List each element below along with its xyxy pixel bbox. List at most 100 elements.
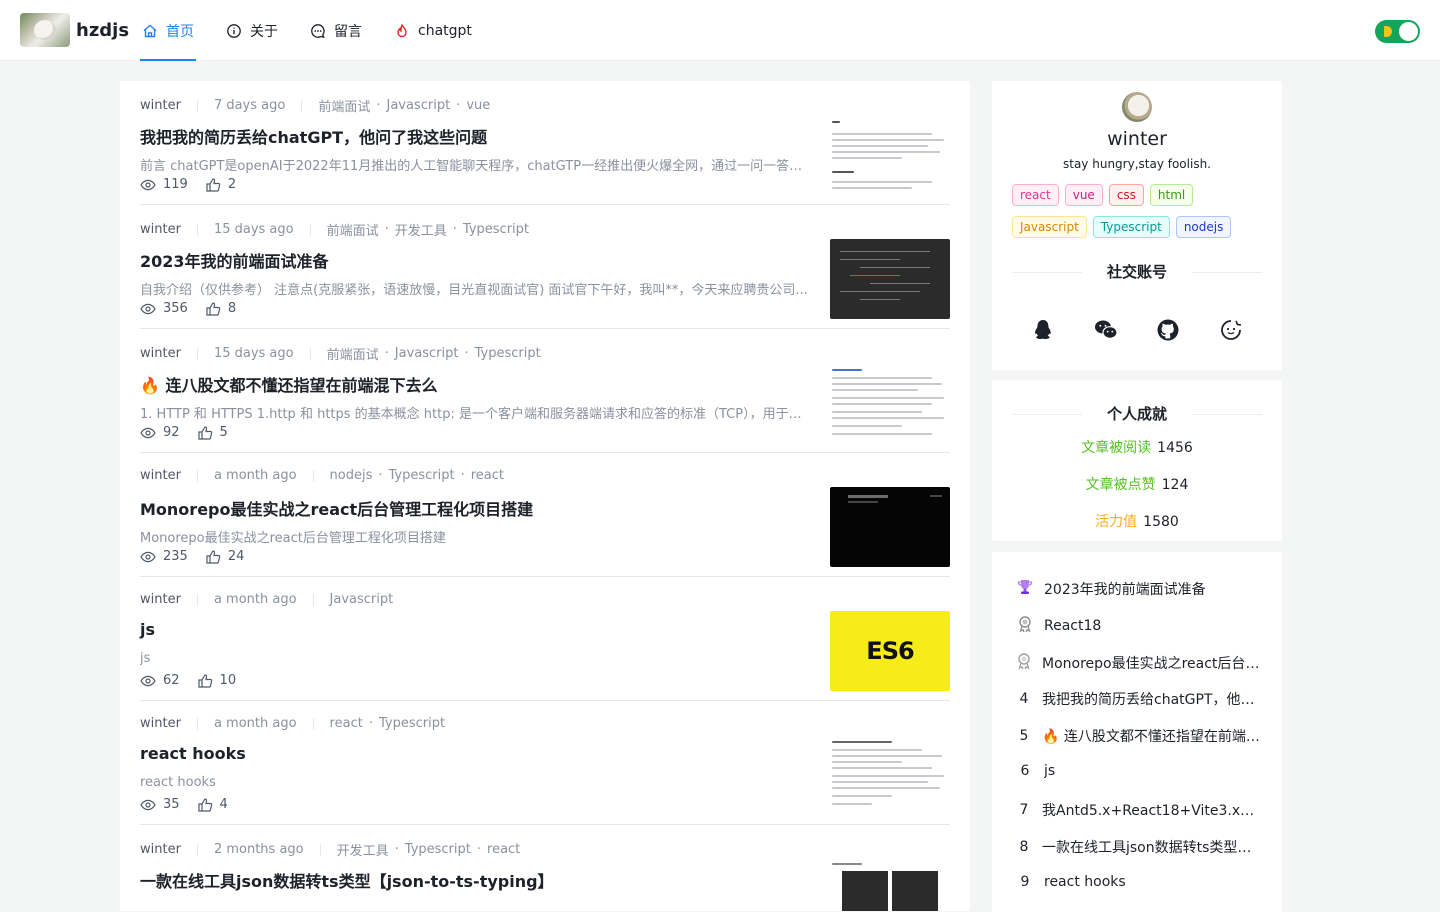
article-author[interactable]: winter — [140, 468, 181, 483]
article-item[interactable]: winter a month ago nodejs · Typescript · r… — [140, 453, 950, 577]
github-icon[interactable] — [1156, 318, 1180, 342]
article-tag[interactable]: Typescript — [389, 468, 455, 483]
main-nav: 首页 关于 留言 chatgpt — [140, 0, 502, 61]
view-count: 235 — [163, 549, 188, 564]
article-title[interactable]: react hooks — [140, 744, 246, 763]
logo-text: hzdjs — [76, 19, 130, 41]
article-thumbnail[interactable] — [830, 735, 950, 815]
article-tag[interactable]: nodejs — [330, 468, 373, 483]
article-tag[interactable]: Typescript — [463, 222, 529, 237]
ranking-item[interactable]: 6 js — [1014, 763, 1264, 779]
ranking-item[interactable]: 8 一款在线工具json数据转ts类型【json-to-ts-typing】 — [1014, 837, 1264, 857]
ranking-item[interactable]: 4 我把我的简历丢给chatGPT，他问了我这些问题 — [1014, 689, 1264, 709]
article-tag[interactable]: Typescript — [405, 842, 471, 857]
nav-item-message[interactable]: 留言 — [308, 0, 364, 61]
qq-icon[interactable] — [1031, 318, 1055, 342]
article-title[interactable]: js — [140, 620, 155, 639]
like-icon[interactable] — [197, 425, 213, 440]
article-tag[interactable]: Javascript — [330, 592, 394, 607]
article-author[interactable]: winter — [140, 98, 181, 113]
message-icon — [311, 23, 325, 38]
like-icon[interactable] — [206, 301, 221, 316]
like-icon[interactable] — [206, 549, 221, 564]
site-logo[interactable]: hzdjs — [20, 13, 129, 47]
nav-item-chatgpt[interactable]: chatgpt — [392, 0, 474, 61]
article-tag[interactable]: 前端面试 — [318, 96, 370, 115]
article-stats: 92 5 — [140, 425, 246, 440]
ranking-title: React18 — [1044, 618, 1102, 634]
skill-tag[interactable]: Javascript — [1012, 216, 1087, 238]
article-author[interactable]: winter — [140, 592, 181, 607]
skill-tag[interactable]: html — [1149, 184, 1194, 206]
juejin-icon[interactable] — [1219, 318, 1243, 342]
article-item[interactable]: winter 2 months ago 开发工具 · Typescript · re… — [140, 825, 950, 911]
view-count: 62 — [163, 673, 180, 688]
article-desc: 1. HTTP 和 HTTPS 1.http 和 https 的基本概念 htt… — [140, 407, 808, 422]
skill-tag[interactable]: css — [1108, 184, 1144, 206]
nav-item-about[interactable]: 关于 — [224, 0, 280, 61]
nav-label-message: 留言 — [334, 23, 362, 40]
article-desc: 前言 chatGPT是openAI于2022年11月推出的人工智能聊天程序，ch… — [140, 159, 808, 174]
article-item[interactable]: winter 15 days ago 前端面试 · Javascript · Typ… — [140, 329, 950, 453]
eye-icon — [140, 179, 156, 190]
avatar[interactable] — [1122, 92, 1152, 122]
article-tag[interactable]: 前端面试 — [327, 344, 379, 363]
skill-tag[interactable]: react — [1012, 184, 1059, 206]
article-tag[interactable]: react — [471, 468, 504, 483]
article-item[interactable]: winter a month ago Javascript js js 62 1… — [140, 577, 950, 701]
article-item[interactable]: winter a month ago react · Typescript rea… — [140, 701, 950, 825]
article-stats: 62 10 — [140, 673, 254, 688]
article-item[interactable]: winter 15 days ago 前端面试 · 开发工具 · Typescrip… — [140, 205, 950, 329]
sun-icon — [1384, 26, 1392, 37]
article-title[interactable]: 🔥 连八股文都不懂还指望在前端混下去么 — [140, 372, 438, 396]
ranking-item[interactable]: 5 🔥 连八股文都不懂还指望在前端混下去么 — [1014, 726, 1264, 746]
article-title[interactable]: Monorepo最佳实战之react后台管理工程化项目搭建 — [140, 496, 533, 520]
article-tag[interactable]: Javascript — [387, 98, 451, 113]
article-time: a month ago — [213, 468, 297, 483]
article-thumbnail[interactable]: ES6 — [830, 611, 950, 691]
article-author[interactable]: winter — [140, 222, 181, 237]
article-title[interactable]: 2023年我的前端面试准备 — [140, 248, 329, 272]
article-title[interactable]: 一款在线工具json数据转ts类型【json-to-ts-typing】 — [140, 868, 554, 892]
article-thumbnail[interactable] — [830, 363, 950, 443]
like-icon[interactable] — [197, 673, 213, 688]
article-tag[interactable]: vue — [466, 98, 490, 113]
nav-label-about: 关于 — [250, 23, 278, 40]
ranking-title: 2023年我的前端面试准备 — [1044, 582, 1206, 598]
article-tag[interactable]: 开发工具 — [395, 220, 447, 239]
article-item[interactable]: winter 7 days ago 前端面试 · Javascript · vue … — [140, 81, 950, 205]
article-tag[interactable]: react — [487, 842, 520, 857]
skill-tag[interactable]: vue — [1064, 184, 1103, 206]
profile-motto: stay hungry,stay foolish. — [1063, 157, 1211, 171]
nav-item-home[interactable]: 首页 — [140, 0, 196, 61]
article-author[interactable]: winter — [140, 842, 181, 857]
article-time: 15 days ago — [213, 346, 294, 361]
bronze-medal-icon — [1014, 652, 1034, 674]
ranking-item[interactable]: 9 react hooks — [1014, 874, 1264, 890]
theme-toggle[interactable] — [1375, 20, 1420, 43]
article-desc: react hooks — [140, 775, 216, 790]
article-tag[interactable]: Javascript — [395, 346, 459, 361]
wechat-icon[interactable] — [1094, 318, 1118, 342]
ranking-item[interactable]: 7 我Antd5.x+React18+Vite3.x+Ts做了一个后台管理系统 — [1014, 800, 1264, 820]
article-thumbnail[interactable] — [830, 859, 950, 911]
article-tag[interactable]: 前端面试 — [327, 220, 379, 239]
skill-tag[interactable]: nodejs — [1175, 216, 1232, 238]
like-icon[interactable] — [206, 177, 221, 192]
ranking-item[interactable]: 2023年我的前端面试准备 — [1014, 578, 1264, 600]
achievement-label: 文章被阅读 — [1081, 440, 1152, 456]
article-tag[interactable]: react — [330, 716, 363, 731]
ranking-item[interactable]: React18 — [1014, 615, 1264, 637]
article-tag[interactable]: 开发工具 — [337, 840, 389, 859]
article-tag[interactable]: Typescript — [379, 716, 445, 731]
article-thumbnail[interactable] — [830, 115, 950, 195]
article-thumbnail[interactable] — [830, 239, 950, 319]
article-tag[interactable]: Typescript — [475, 346, 541, 361]
article-thumbnail[interactable] — [830, 487, 950, 567]
article-author[interactable]: winter — [140, 716, 181, 731]
like-icon[interactable] — [197, 797, 213, 812]
skill-tag[interactable]: Typescript — [1092, 216, 1170, 238]
article-author[interactable]: winter — [140, 346, 181, 361]
ranking-item[interactable]: Monorepo最佳实战之react后台管理工程化项目搭建 — [1014, 652, 1264, 674]
article-title[interactable]: 我把我的简历丢给chatGPT，他问了我这些问题 — [140, 124, 487, 148]
